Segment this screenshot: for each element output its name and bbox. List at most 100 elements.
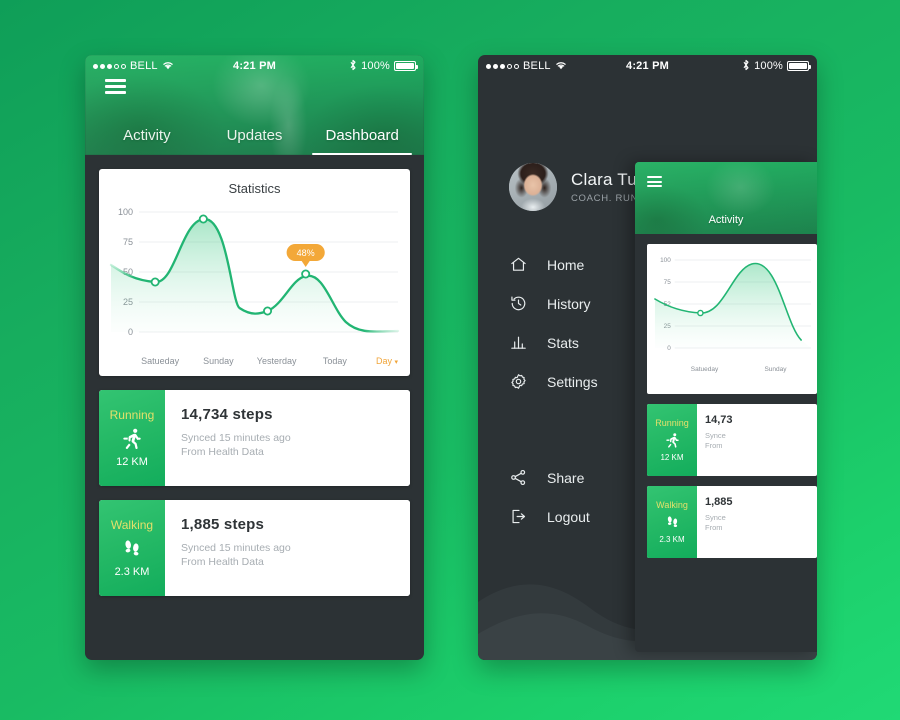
chart-area <box>111 218 398 332</box>
chart-x-label-0: Satueday <box>141 356 180 366</box>
chart-x-labels: Satueday Sunday Yesterday Today Day ▾ <box>109 356 400 366</box>
activity-card-running-badge: Running 12 KM <box>99 390 165 486</box>
preview-activity-meta: Synce From <box>705 431 817 451</box>
preview-activity-steps: 1,885 <box>705 496 733 508</box>
activity-steps: 14,734 steps <box>181 406 273 423</box>
bluetooth-icon <box>349 59 357 74</box>
svg-text:75: 75 <box>123 237 133 247</box>
chart-title: Statistics <box>228 181 281 196</box>
activity-card-walking-badge: Walking 2.3 KM <box>99 500 165 596</box>
activity-card-walking[interactable]: Walking 2.3 KM 1,885 steps Synced 15 min… <box>99 500 410 596</box>
preview-header: Activity <box>635 162 817 234</box>
preview-activity-distance: 2.3 KM <box>659 535 685 544</box>
activity-sync-line1: Synced 15 minutes ago <box>181 432 291 444</box>
status-bar-left: BELL <box>93 60 174 73</box>
hamburger-icon[interactable] <box>105 79 126 94</box>
chart-x-label-1: Sunday <box>203 356 234 366</box>
activity-kind-label: Running <box>109 408 155 422</box>
share-icon <box>509 468 528 487</box>
menu-item-label: Stats <box>547 334 579 351</box>
preview-activity-walking-badge: Walking 2.3 KM <box>647 486 697 558</box>
range-selector[interactable]: Day ▾ <box>364 356 398 366</box>
home-icon <box>509 255 528 274</box>
menu-item-label: Logout <box>547 508 590 525</box>
preview-statistics-card: 100 75 52 25 0 <box>647 244 817 394</box>
preview-sync-line2: From <box>705 441 723 451</box>
slideout-preview[interactable]: Activity 100 75 52 0 Satueday Sunday Run… <box>635 162 817 652</box>
hamburger-icon[interactable] <box>647 176 662 187</box>
footsteps-icon <box>664 513 681 532</box>
wifi-icon <box>162 60 174 73</box>
preview-activity-card-running[interactable]: Running 12 KM 14,73 Synce From <box>647 404 817 476</box>
avatar <box>509 163 557 211</box>
preview-activity-card-walking[interactable]: Walking 2.3 KM 1,885 Synce From <box>647 486 817 558</box>
dashboard-body: Statistics 100 75 50 0 48% Satueday Sund… <box>85 155 424 638</box>
preview-sync-line1: Synce <box>705 431 726 440</box>
chart-x-label-3: Today <box>322 356 347 366</box>
tab-dashboard[interactable]: Dashboard <box>308 127 416 155</box>
preview-activity-walking-detail: 1,885 Synce From <box>697 486 817 558</box>
menu-item-label: Share <box>547 469 585 486</box>
activity-sync-line1: Synced 15 minutes ago <box>181 542 291 554</box>
preview-sync-line1: Synce <box>705 513 726 522</box>
app-background: BELL 4:21 PM 100% Activity Updates Dashb… <box>0 0 900 720</box>
tab-updates[interactable]: Updates <box>201 127 309 155</box>
phone-menu: BELL 4:21 PM 100% Clara Tucker COACH. RU… <box>478 55 817 660</box>
status-bar-right: 100% <box>742 59 811 74</box>
svg-text:100: 100 <box>660 257 671 264</box>
history-icon <box>509 294 528 313</box>
preview-activity-meta: Synce From <box>705 513 817 533</box>
activity-sync-meta: Synced 15 minutes ago From Health Data <box>181 541 410 569</box>
preview-sync-line2: From <box>705 523 723 533</box>
battery-icon <box>787 61 811 71</box>
statistics-chart: 100 75 50 25 0 <box>109 204 400 352</box>
activity-kind-label: Walking <box>110 518 154 532</box>
side-menu: Clara Tucker COACH. RUNNING Home History… <box>478 77 817 660</box>
activity-sync-meta: Synced 15 minutes ago From Health Data <box>181 431 410 459</box>
status-bar-left: BELL <box>486 60 567 73</box>
status-bar-right: 100% <box>349 59 418 74</box>
range-selector-label: Day <box>375 356 392 366</box>
signal-dots-icon <box>93 63 126 69</box>
status-bar: BELL 4:21 PM 100% <box>85 55 424 77</box>
bar-chart-icon <box>509 333 528 352</box>
chart-x-label-2: Yesterday <box>256 356 297 366</box>
menu-item-label: Settings <box>547 373 598 390</box>
preview-activity-kind: Walking <box>656 500 688 510</box>
activity-card-walking-detail: 1,885 steps Synced 15 minutes ago From H… <box>165 500 410 596</box>
preview-body: 100 75 52 25 0 <box>635 234 817 558</box>
status-bar: BELL 4:21 PM 100% <box>478 55 817 77</box>
preview-activity-distance: 12 KM <box>660 453 684 462</box>
preview-chart: 100 75 52 25 0 <box>653 252 811 364</box>
preview-activity-running-badge: Running 12 KM <box>647 404 697 476</box>
preview-chart-x-label-1: Sunday <box>764 366 787 373</box>
menu-item-label: Home <box>547 256 585 273</box>
statistics-card: Statistics 100 75 50 0 48% Satueday Sund… <box>99 169 410 376</box>
chart-tooltip: 48% <box>286 244 325 267</box>
tab-activity[interactable]: Activity <box>93 127 201 155</box>
battery-percent: 100% <box>754 60 783 72</box>
wifi-icon <box>555 60 567 73</box>
activity-distance-label: 2.3 KM <box>114 566 150 578</box>
dashboard-header: BELL 4:21 PM 100% Activity Updates Dashb… <box>85 55 424 155</box>
chart-tooltip-label: 48% <box>297 248 315 258</box>
svg-text:100: 100 <box>118 207 133 217</box>
activity-sync-line2: From Health Data <box>181 556 264 569</box>
menu-item-label: History <box>547 295 591 312</box>
activity-card-running[interactable]: Running 12 KM 14,734 steps Synced 15 min… <box>99 390 410 486</box>
chevron-down-icon: ▾ <box>394 359 398 366</box>
tab-bar: Activity Updates Dashboard <box>85 127 424 155</box>
activity-sync-line2: From Health Data <box>181 446 264 459</box>
bluetooth-icon <box>742 59 750 74</box>
footsteps-icon <box>120 536 144 562</box>
svg-text:75: 75 <box>664 279 672 286</box>
signal-dots-icon <box>486 63 519 69</box>
preview-activity-running-detail: 14,73 Synce From <box>697 404 817 476</box>
preview-tab-activity[interactable]: Activity <box>635 214 817 226</box>
running-icon <box>120 426 144 452</box>
activity-card-running-detail: 14,734 steps Synced 15 minutes ago From … <box>165 390 410 486</box>
gear-icon <box>509 372 528 391</box>
carrier-label: BELL <box>130 60 158 72</box>
phone-dashboard: BELL 4:21 PM 100% Activity Updates Dashb… <box>85 55 424 660</box>
running-icon <box>664 431 681 450</box>
